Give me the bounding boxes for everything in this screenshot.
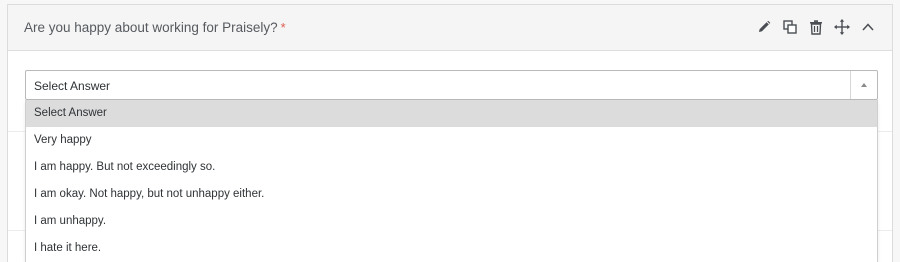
chevron-up-icon[interactable] [858, 17, 878, 37]
dropdown-option[interactable]: Select Answer [26, 100, 877, 127]
dropdown-option[interactable]: I am happy. But not exceedingly so. [26, 154, 877, 181]
copy-icon[interactable] [780, 17, 800, 37]
question-title-text: Are you happy about working for Praisely… [24, 20, 278, 35]
answer-select[interactable]: Select Answer [25, 70, 878, 100]
required-mark: * [280, 20, 286, 35]
question-header: Are you happy about working for Praisely… [8, 5, 892, 51]
dropdown-option[interactable]: Very happy [26, 127, 877, 154]
select-arrow[interactable] [850, 71, 877, 99]
question-title: Are you happy about working for Praisely… [24, 20, 286, 35]
pencil-icon[interactable] [754, 17, 774, 37]
answer-dropdown-list: Select Answer Very happy I am happy. But… [25, 100, 878, 262]
dropdown-option[interactable]: I am unhappy. [26, 208, 877, 235]
question-toolbar [748, 17, 878, 37]
question-card: Are you happy about working for Praisely… [7, 4, 893, 262]
survey-page: Are you happy about working for Praisely… [0, 0, 900, 262]
trash-icon[interactable] [806, 17, 826, 37]
dropdown-option[interactable]: I am okay. Not happy, but not unhappy ei… [26, 181, 877, 208]
select-current-value: Select Answer [34, 79, 111, 93]
move-icon[interactable] [832, 17, 852, 37]
dropdown-option[interactable]: I hate it here. [26, 235, 877, 262]
caret-up-icon [861, 83, 867, 87]
